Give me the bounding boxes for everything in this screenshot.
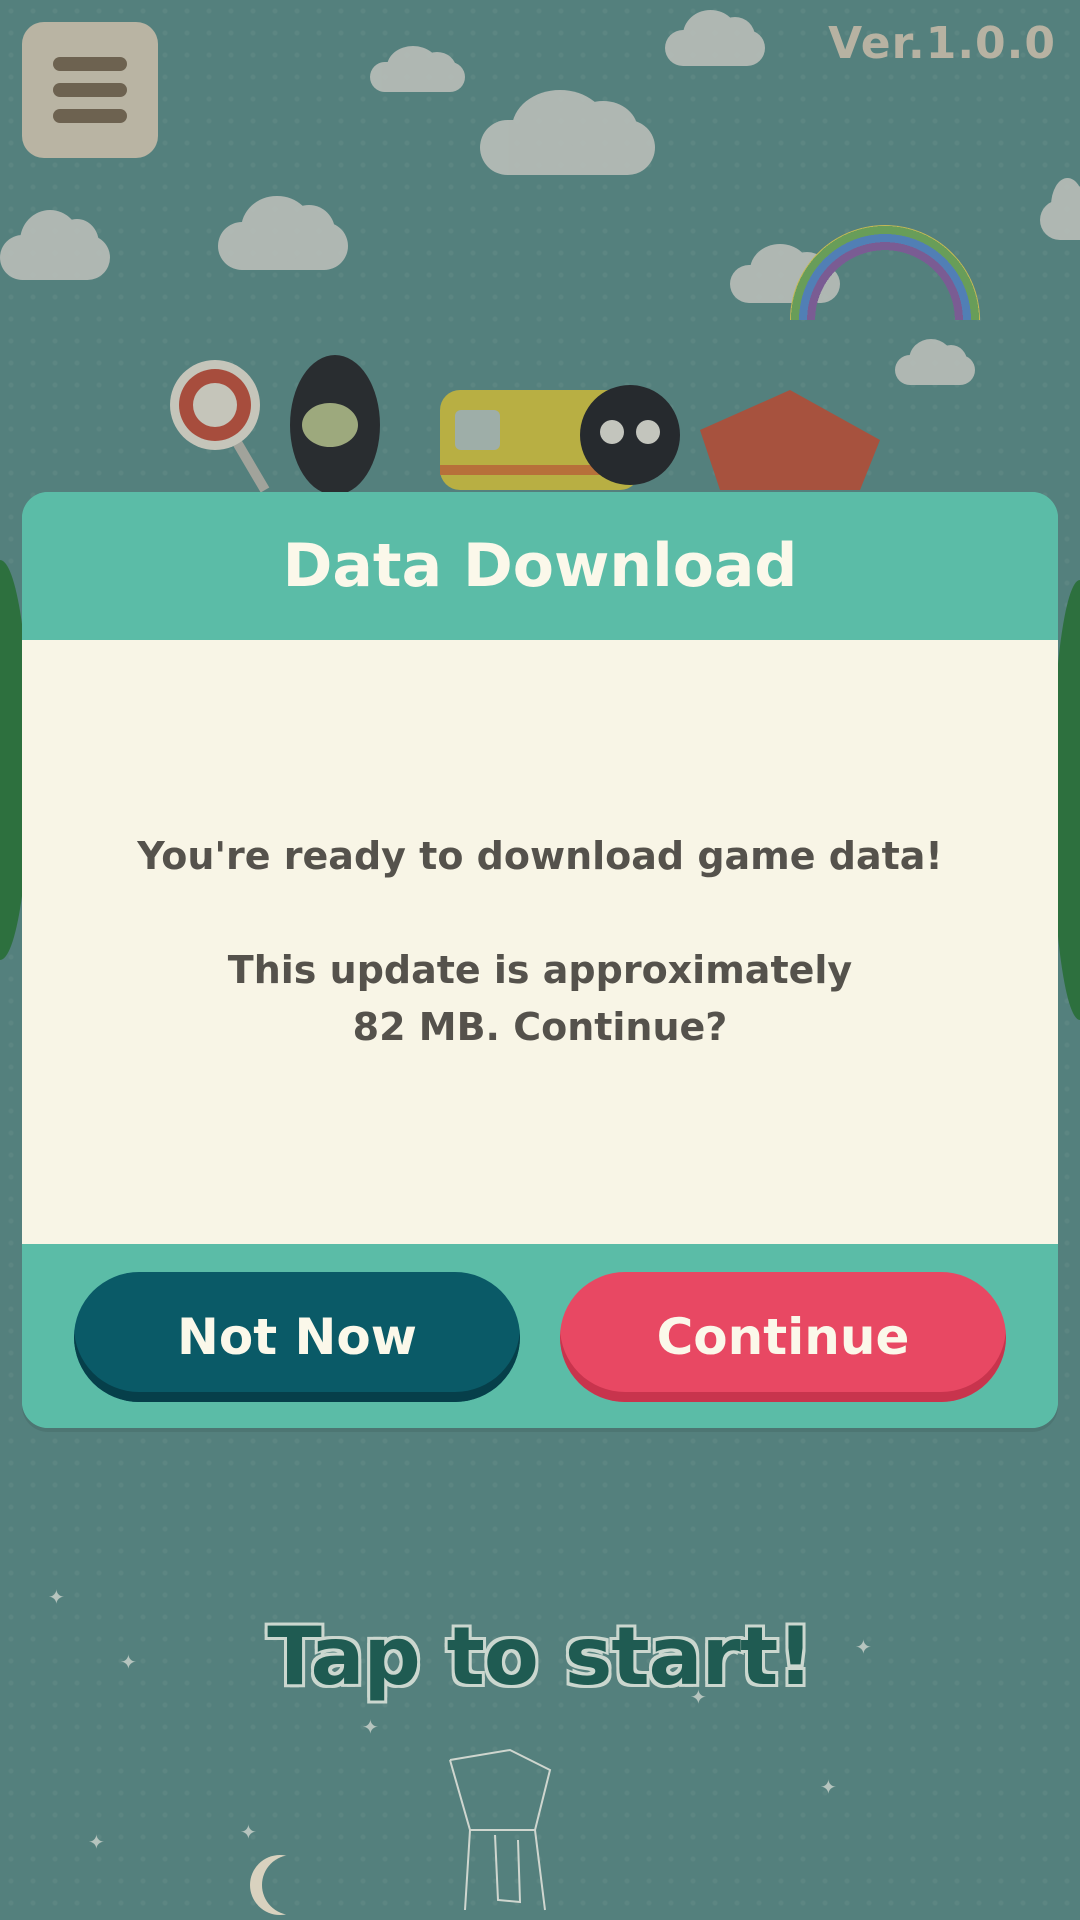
moon-icon (262, 1855, 322, 1915)
dialog-message-size: This update is approximately (227, 948, 853, 992)
continue-button[interactable]: Continue (560, 1272, 1006, 1402)
version-label: Ver.1.0.0 (828, 18, 1056, 69)
constellation (449, 1748, 552, 1911)
data-download-dialog: Data Download You're ready to download g… (22, 492, 1058, 1428)
dialog-footer: Not Now Continue (22, 1244, 1058, 1428)
dialog-body: You're ready to download game data! This… (22, 640, 1058, 1244)
hamburger-icon-bar (53, 109, 127, 123)
tap-to-start-prompt[interactable]: Tap to start! (0, 1610, 1080, 1703)
star-icon: ✦ (48, 1585, 65, 1609)
dialog-message-confirm: 82 MB. Continue? (352, 1005, 728, 1049)
star-icon: ✦ (88, 1830, 105, 1854)
star-icon: ✦ (362, 1715, 379, 1739)
dialog-header: Data Download (22, 492, 1058, 640)
hamburger-icon-bar (53, 83, 127, 97)
hamburger-icon (53, 57, 127, 71)
star-icon: ✦ (240, 1820, 257, 1844)
not-now-button[interactable]: Not Now (74, 1272, 520, 1402)
dialog-message: You're ready to download game data! (137, 834, 943, 878)
menu-button[interactable] (22, 22, 158, 158)
dialog-title: Data Download (282, 531, 798, 601)
star-icon: ✦ (820, 1775, 837, 1799)
